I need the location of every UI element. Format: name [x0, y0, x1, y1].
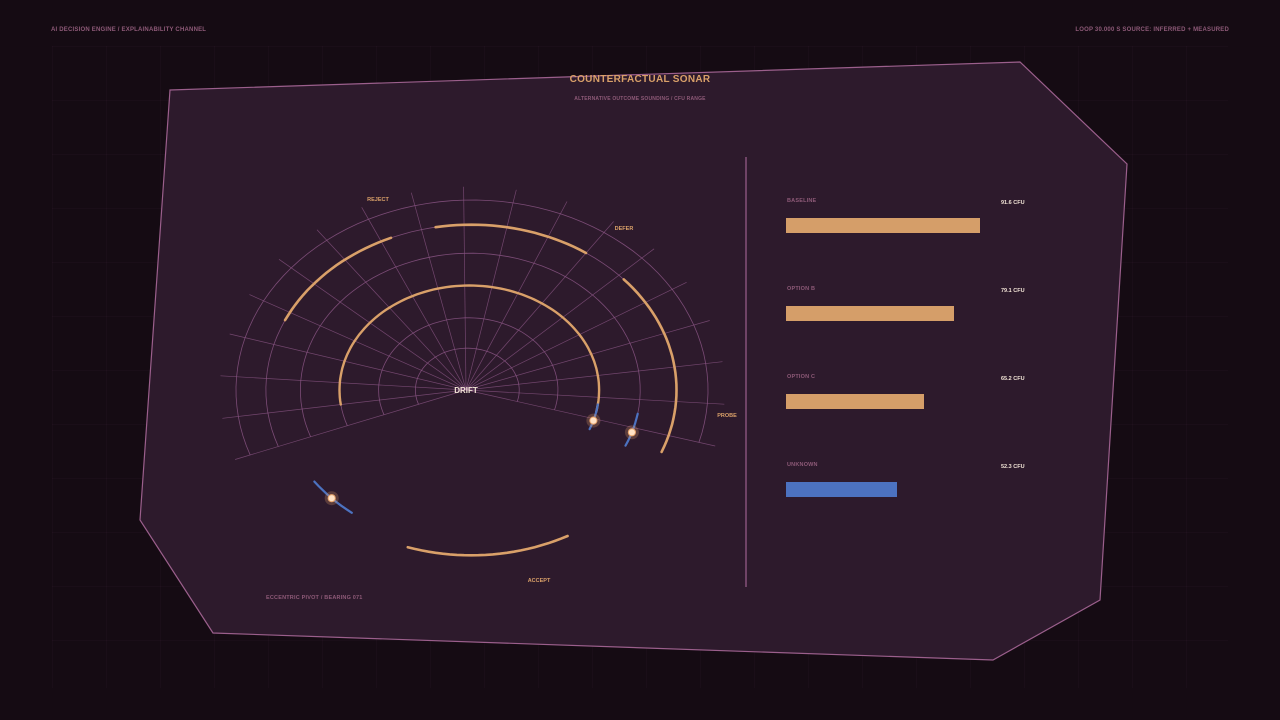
bar-fill — [786, 482, 897, 497]
bar-label: UNKNOWN — [787, 462, 818, 468]
bar-row-unknown: UNKNOWN 52.3 CFU — [786, 462, 1046, 522]
bar-row-option-b: OPTION B 79.1 CFU — [786, 286, 1046, 346]
bar-label: OPTION C — [787, 374, 816, 380]
bar-row-option-c: OPTION C 65.2 CFU — [786, 374, 1046, 434]
panel-title: COUNTERFACTUAL SONAR — [569, 74, 711, 85]
bar-value: 79.1 CFU — [1001, 288, 1025, 294]
bearing-label-probe: PROBE — [717, 413, 737, 419]
bearing-label-reject: REJECT — [367, 197, 389, 203]
sonar-blip — [627, 428, 637, 437]
bearing-label-defer: DEFER — [615, 226, 634, 232]
bar-row-baseline: BASELINE 91.6 CFU — [786, 198, 1046, 258]
bar-fill — [786, 394, 925, 409]
bar-value: 52.3 CFU — [1001, 464, 1025, 470]
sonar-center-label: DRIFT — [454, 386, 478, 395]
bar-fill — [786, 306, 954, 321]
bar-fill — [786, 218, 981, 233]
sonar-blip — [327, 494, 336, 503]
bar-label: OPTION B — [787, 286, 816, 292]
panel-subtitle: ALTERNATIVE OUTCOME SOUNDING / CFU RANGE — [574, 96, 706, 102]
bar-value: 65.2 CFU — [1001, 376, 1025, 382]
pivot-bearing-note: ECCENTRIC PIVOT / BEARING 071 — [266, 595, 363, 601]
sonar-blip — [589, 416, 598, 425]
sonar-panel: DRIFT REJECT DEFER PROBE ACCEPT — [139, 61, 1128, 661]
bar-value: 91.6 CFU — [1001, 200, 1025, 206]
panel-frame — [139, 61, 1128, 661]
bar-label: BASELINE — [787, 198, 817, 204]
bearing-label-accept: ACCEPT — [528, 578, 551, 584]
